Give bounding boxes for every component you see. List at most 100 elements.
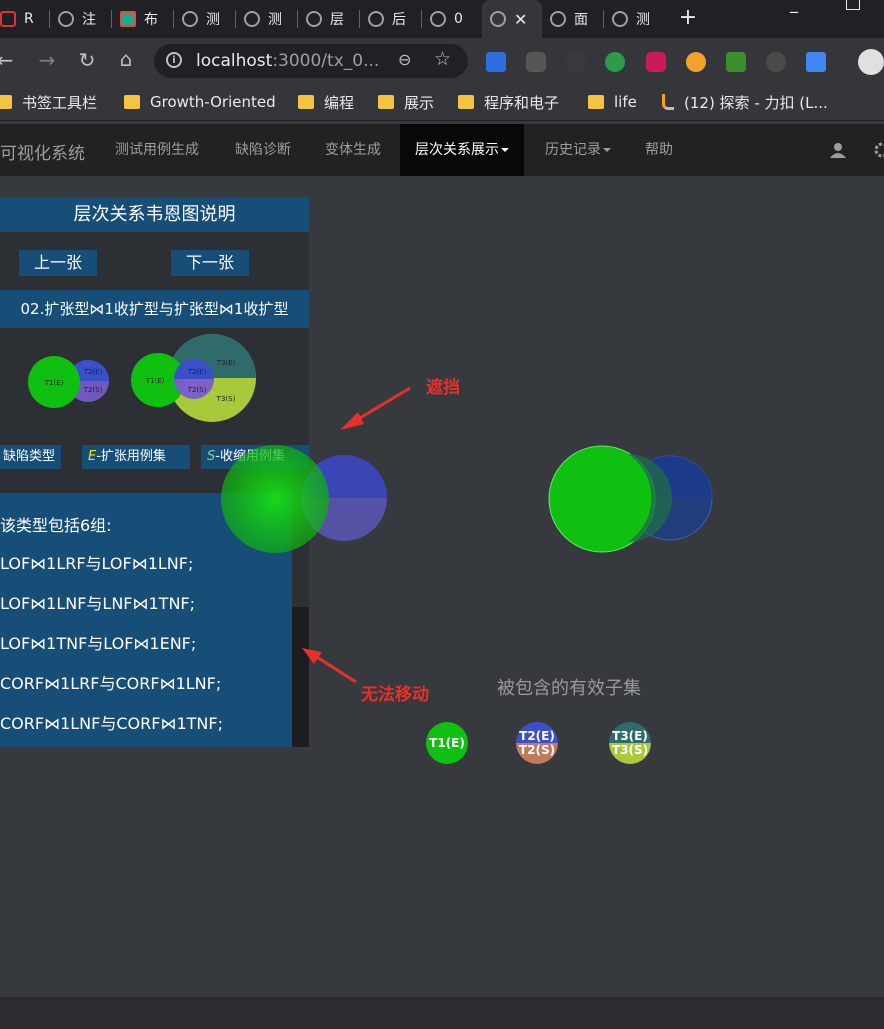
nav-help[interactable]: 帮助	[645, 124, 673, 176]
extension-mask-icon[interactable]	[526, 52, 546, 72]
caret-down-icon	[501, 148, 509, 152]
gear-icon[interactable]	[874, 142, 884, 158]
extension-circle-icon[interactable]	[605, 52, 625, 72]
tab[interactable]: 面	[550, 0, 604, 38]
user-icon[interactable]	[830, 142, 846, 158]
venn-label-t2e: T2(E)	[187, 368, 207, 376]
zoom-icon[interactable]: ⊖	[398, 50, 411, 69]
google-translate-icon[interactable]	[806, 52, 826, 72]
app-brand[interactable]: 可视化系统	[0, 139, 85, 164]
url-text[interactable]: localhost:3000/tx_0...	[196, 51, 379, 71]
legend-fault-type: 缺陷类型	[0, 445, 62, 469]
tab-active[interactable]: ✕	[482, 0, 542, 38]
folder-icon	[458, 95, 474, 109]
back-arrow-icon[interactable]: ←	[0, 48, 18, 72]
home-icon[interactable]: ⌂	[113, 47, 139, 71]
folder-icon	[378, 95, 394, 109]
bookmark-star-icon[interactable]: ☆	[434, 48, 451, 70]
nav-test-case-generation[interactable]: 测试用例生成	[115, 124, 199, 176]
extension-n-icon[interactable]	[646, 52, 666, 72]
leetcode-icon	[662, 94, 674, 110]
subset-dot-t1[interactable]: T1(E)	[426, 722, 468, 764]
extension-chrome-icon[interactable]	[686, 52, 706, 72]
bookmark-folder[interactable]: 书签工具栏	[0, 84, 97, 120]
globe-icon	[306, 11, 322, 27]
nav-hierarchy-display[interactable]: 层次关系展示	[400, 124, 524, 176]
description-line: LOF⋈1LNF与LNF⋈1TNF;	[0, 594, 196, 613]
description-line: 该类型包括6组:	[0, 516, 112, 535]
venn-label-t2s: T2(S)	[187, 386, 207, 394]
occluding-venn-circles[interactable]	[218, 442, 393, 557]
bookmark-folder[interactable]: 编程	[298, 84, 354, 120]
folder-icon	[124, 95, 140, 109]
globe-icon	[612, 11, 628, 27]
main-venn-diagram[interactable]	[546, 444, 716, 556]
tab[interactable]: 层	[306, 0, 360, 38]
prev-button[interactable]: 上一张	[19, 250, 97, 276]
tab-strip: R 注 布 测 测 层 后 0 ✕ 面 测 + _	[0, 0, 884, 38]
tab[interactable]: 布	[120, 0, 174, 38]
profile-avatar[interactable]	[858, 49, 884, 75]
tab[interactable]: 测	[612, 0, 666, 38]
venn-label-t3e: T3(E)	[216, 359, 236, 367]
app-favicon-icon	[0, 11, 16, 27]
globe-icon	[430, 11, 446, 27]
bookmark-folder[interactable]: 程序和电子	[458, 84, 559, 120]
description-line: CORF⋈1LNF与CORF⋈1TNF;	[0, 714, 223, 733]
annotation-arrow-occlude	[340, 386, 411, 430]
folder-icon	[298, 95, 314, 109]
bookmark-folder[interactable]: 展示	[378, 84, 434, 120]
extension-owl-icon[interactable]	[566, 52, 586, 72]
venn-example-diagram: T1(E) T2(E) T2(S) T1(E) T2(E) T2(S) T3(E…	[28, 334, 256, 422]
tab[interactable]: 注	[58, 0, 112, 38]
folder-icon	[0, 95, 12, 109]
close-icon[interactable]: ✕	[514, 10, 527, 29]
globe-icon	[368, 11, 384, 27]
maximize-icon[interactable]	[846, 0, 860, 10]
annotation-cannot-move: 无法移动	[361, 685, 429, 705]
venn-type-subtitle: 02.扩张型⋈1收扩型与扩张型⋈1收扩型	[0, 290, 309, 328]
minimize-icon[interactable]: _	[790, 0, 798, 13]
extension-diamond-icon[interactable]	[486, 52, 506, 72]
bookmark-leetcode[interactable]: (12) 探索 - 力扣 (L...	[662, 84, 828, 120]
venn-label-t2s: T2(S)	[83, 386, 103, 394]
venn-label-t3s: T3(S)	[216, 395, 236, 403]
tab[interactable]: 测	[182, 0, 236, 38]
forward-arrow-icon[interactable]: →	[34, 48, 60, 72]
globe-icon	[550, 11, 566, 27]
extension-leaf-icon[interactable]	[726, 52, 746, 72]
annotation-arrow-cannot-move	[302, 648, 357, 684]
tab[interactable]: 测	[244, 0, 298, 38]
annotation-occlude: 遮挡	[426, 378, 460, 398]
description-line: LOF⋈1LRF与LOF⋈1LNF;	[0, 554, 194, 573]
extension-github-icon[interactable]	[766, 52, 786, 72]
address-bar[interactable]: i localhost:3000/tx_0... ⊖ ☆	[154, 44, 468, 78]
new-tab-plus-icon[interactable]: +	[676, 4, 700, 32]
bookmarks-bar: 书签工具栏 Growth-Oriented 编程 展示 程序和电子 life (…	[0, 84, 884, 121]
subset-dot-t3[interactable]: T3(E) T3(S)	[609, 722, 651, 764]
description-line: CORF⋈1LRF与CORF⋈1LNF;	[0, 674, 222, 693]
nav-history[interactable]: 历史记录	[545, 124, 611, 176]
bookmark-folder[interactable]: life	[588, 84, 637, 120]
globe-icon	[490, 11, 506, 27]
folder-icon	[588, 95, 604, 109]
contained-subsets-caption: 被包含的有效子集	[497, 678, 641, 699]
subset-dot-t2[interactable]: T2(E) T2(S)	[516, 722, 558, 764]
panel-title: 层次关系韦恩图说明	[0, 197, 309, 232]
reload-icon[interactable]: ↻	[74, 48, 100, 72]
tab[interactable]: R	[0, 0, 50, 38]
app-navbar: 可视化系统 测试用例生成 缺陷诊断 变体生成 层次关系展示 历史记录 帮助	[0, 124, 884, 176]
tab[interactable]: 后	[368, 0, 422, 38]
venn-label-t2e: T2(E)	[83, 368, 103, 376]
venn-label-t1e: T1(E)	[44, 379, 64, 387]
info-icon[interactable]: i	[166, 52, 182, 68]
nav-variant-generation[interactable]: 变体生成	[325, 124, 381, 176]
description-line: LOF⋈1TNF与LOF⋈1ENF;	[0, 634, 197, 653]
globe-icon	[58, 11, 74, 27]
tab[interactable]: 0	[430, 0, 480, 38]
next-button[interactable]: 下一张	[171, 250, 249, 276]
bookmark-folder[interactable]: Growth-Oriented	[124, 84, 276, 120]
globe-icon	[244, 11, 260, 27]
nav-fault-diagnosis[interactable]: 缺陷诊断	[235, 124, 291, 176]
legend-expand-set: E-扩张用例集	[82, 445, 190, 469]
